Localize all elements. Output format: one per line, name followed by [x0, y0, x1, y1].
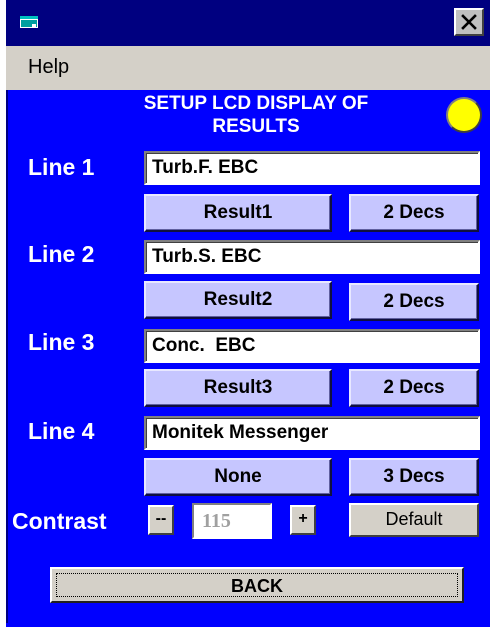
line-3-result-button[interactable]: Result3: [144, 369, 332, 407]
status-indicator-light: [446, 97, 482, 133]
line-2-label: Line 2: [28, 241, 95, 267]
line-4-label: Line 4: [28, 418, 95, 444]
contrast-label: Contrast: [12, 508, 107, 534]
line-4-decimals-button[interactable]: 3 Decs: [349, 458, 479, 496]
line-2-text-field[interactable]: Turb.S. EBC: [144, 240, 480, 274]
line-1-text-field[interactable]: Turb.F. EBC: [144, 151, 480, 185]
page-title-line2: RESULTS: [212, 116, 300, 137]
contrast-value-field[interactable]: 115: [192, 503, 272, 539]
contrast-increase-button[interactable]: +: [290, 505, 316, 535]
line-4-text-field[interactable]: Monitek Messenger: [144, 416, 480, 450]
title-bar[interactable]: [6, 0, 490, 46]
menu-help[interactable]: Help: [28, 56, 69, 79]
line-1-label: Line 1: [28, 154, 95, 180]
contrast-default-button[interactable]: Default: [349, 503, 479, 537]
menu-bar: Help: [6, 46, 490, 90]
setup-lcd-window: Help SETUP LCD DISPLAY OF RESULTS Line 1…: [6, 0, 490, 627]
line-3-label: Line 3: [28, 329, 95, 355]
line-2-decimals-button[interactable]: 2 Decs: [349, 283, 479, 321]
close-button[interactable]: [454, 8, 484, 36]
line-3-text-field[interactable]: Conc. EBC: [144, 329, 480, 363]
contrast-decrease-button[interactable]: --: [148, 505, 174, 535]
close-icon: [461, 14, 477, 30]
back-button[interactable]: BACK: [50, 567, 464, 603]
back-button-label: BACK: [56, 573, 458, 597]
line-4-result-button[interactable]: None: [144, 458, 332, 496]
app-window-icon: [20, 16, 38, 28]
line-3-decimals-button[interactable]: 2 Decs: [349, 369, 479, 407]
line-2-result-button[interactable]: Result2: [144, 281, 332, 319]
line-1-result-button[interactable]: Result1: [144, 194, 332, 232]
line-1-decimals-button[interactable]: 2 Decs: [349, 194, 479, 232]
page-title-line1: SETUP LCD DISPLAY OF: [143, 93, 369, 114]
